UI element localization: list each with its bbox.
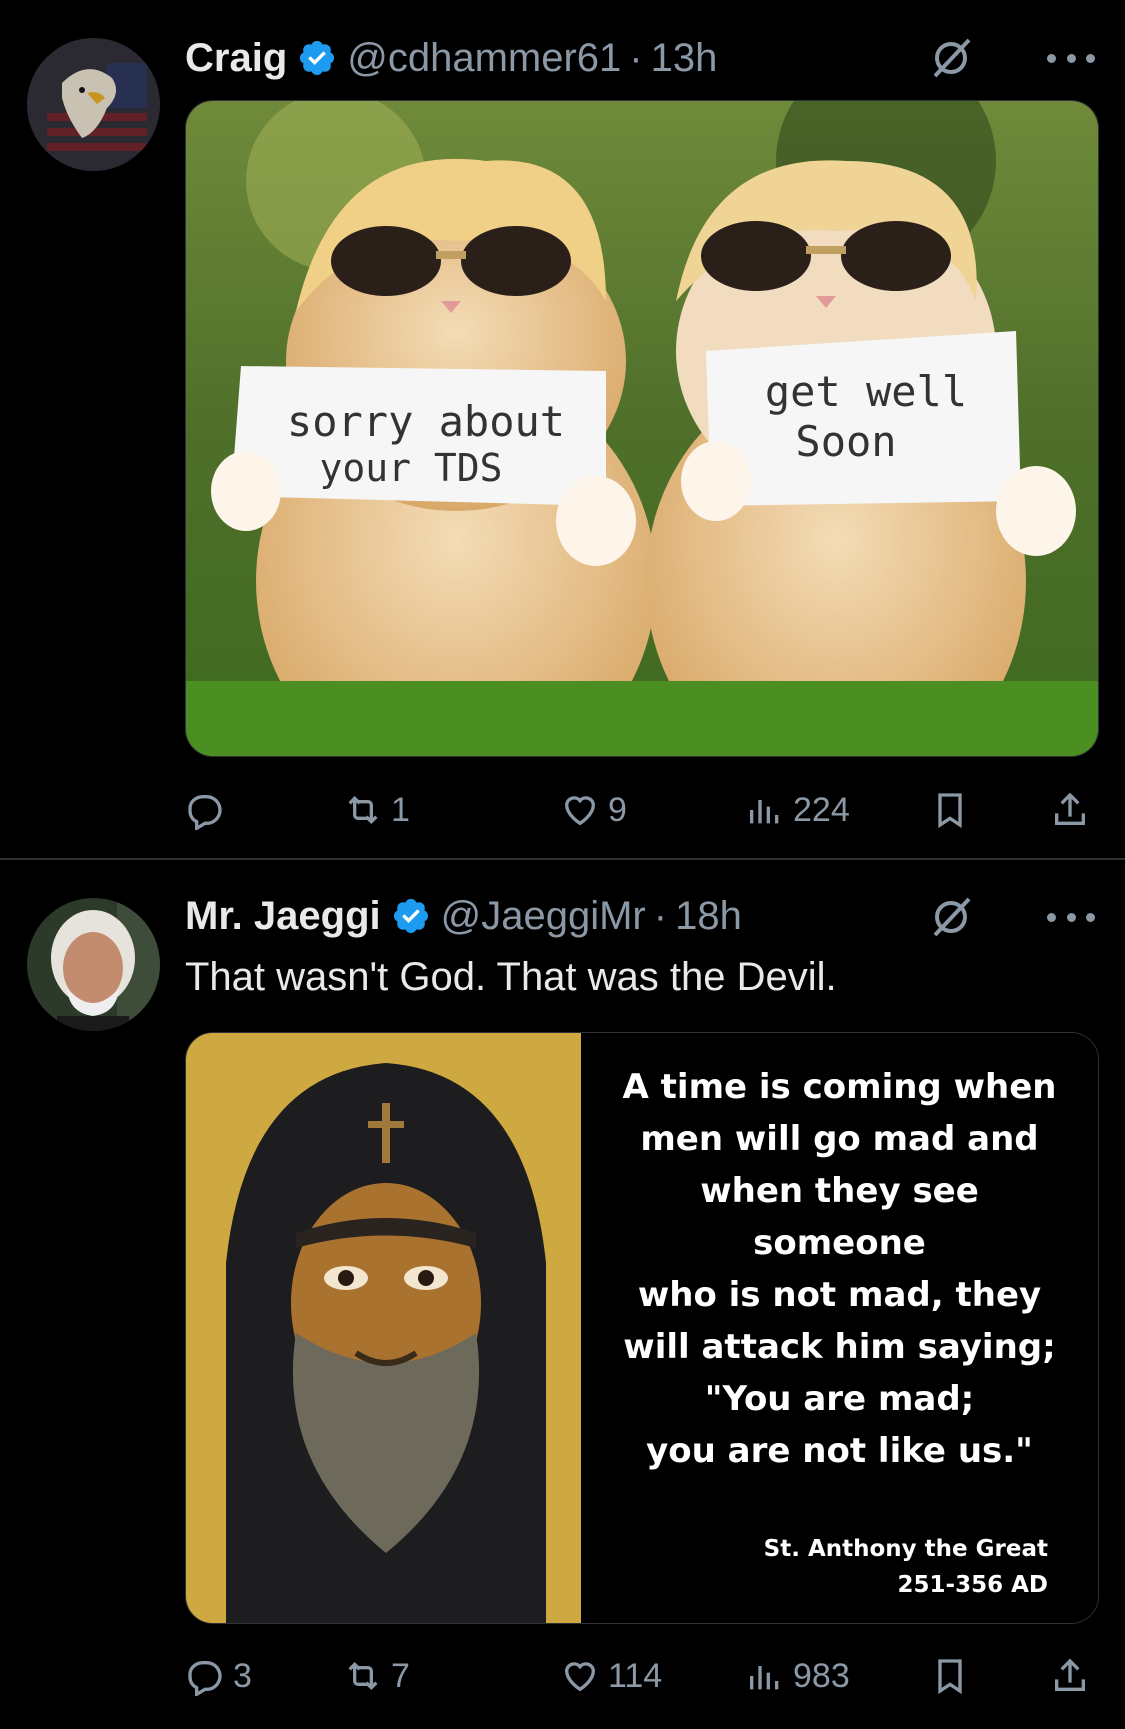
sign-right-line2: Soon — [795, 417, 896, 466]
separator-dot: · — [653, 893, 668, 938]
tweet-actions: 3 7 114 983 — [185, 1646, 1097, 1706]
sign-right-line1: get well — [765, 367, 967, 416]
repost-button[interactable]: 7 — [343, 1646, 410, 1706]
author-name[interactable]: Mr. Jaeggi — [185, 894, 381, 939]
tweet-actions: 1 9 224 — [185, 780, 1097, 840]
tweet-header: Craig @cdhammer61 · 13h — [185, 28, 717, 88]
tweet-text: That wasn't God. That was the Devil. — [185, 955, 837, 999]
repost-icon — [348, 795, 378, 825]
reply-icon — [188, 1661, 222, 1696]
bookmark-icon — [938, 793, 962, 829]
avatar[interactable] — [27, 38, 160, 171]
share-button[interactable] — [1050, 1646, 1098, 1706]
sign-left-line1: sorry about — [287, 397, 565, 446]
repost-button[interactable]: 1 — [343, 780, 410, 840]
views-button[interactable]: 224 — [745, 780, 850, 840]
cats-image: sorry about your TDS get well Soon — [186, 101, 1098, 756]
reply-count: 3 — [233, 1656, 252, 1695]
reply-button[interactable]: 3 — [185, 1646, 252, 1706]
author-handle[interactable]: @cdhammer61 — [347, 36, 621, 81]
views-icon — [750, 1666, 779, 1690]
views-count: 224 — [793, 790, 850, 829]
heart-icon — [564, 1662, 596, 1692]
reply-icon — [188, 795, 222, 830]
eagle-flag-avatar-image — [27, 38, 160, 171]
sign-left-line2: your TDS — [319, 446, 502, 490]
repost-icon — [348, 1661, 378, 1691]
views-count: 983 — [793, 1656, 850, 1695]
repost-count: 7 — [391, 1656, 410, 1695]
quote-dates: 251-356 AD — [897, 1572, 1048, 1598]
avatar[interactable] — [27, 898, 160, 1031]
quote-author: St. Anthony the Great — [763, 1536, 1048, 1562]
author-name[interactable]: Craig — [185, 36, 287, 81]
views-icon — [750, 800, 779, 824]
like-button[interactable]: 9 — [560, 780, 627, 840]
verified-badge-icon — [393, 898, 428, 934]
verified-badge-icon — [300, 40, 335, 76]
quote-panel: A time is coming when men will go mad an… — [581, 1033, 1098, 1623]
share-icon — [1055, 1658, 1085, 1691]
tweet-media[interactable]: sorry about your TDS get well Soon — [185, 100, 1099, 757]
grok-icon[interactable] — [927, 34, 975, 82]
quote-text: A time is coming when men will go mad an… — [622, 1067, 1057, 1471]
grok-icon[interactable] — [927, 893, 975, 941]
reply-button[interactable] — [185, 780, 233, 840]
repost-count: 1 — [391, 790, 410, 829]
quote-attribution: St. Anthony the Great 251-356 AD — [764, 1531, 1048, 1603]
timeline-feed: Craig @cdhammer61 · 13h sorry about your… — [0, 0, 1125, 1729]
bookmark-icon — [938, 1659, 962, 1695]
bookmark-button[interactable] — [930, 780, 978, 840]
views-button[interactable]: 983 — [745, 1646, 850, 1706]
more-options-icon[interactable] — [1047, 907, 1095, 927]
separator-dot: · — [629, 35, 643, 80]
tweet-media[interactable]: A time is coming when men will go mad an… — [185, 1032, 1099, 1624]
author-handle[interactable]: @JaeggiMr — [441, 894, 646, 939]
tweet-header: Mr. Jaeggi @JaeggiMr · 18h — [185, 886, 742, 946]
bookmark-button[interactable] — [930, 1646, 978, 1706]
share-icon — [1055, 792, 1085, 825]
like-count: 9 — [608, 790, 627, 829]
timestamp[interactable]: 18h — [675, 894, 742, 939]
more-options-icon[interactable] — [1047, 48, 1095, 68]
like-button[interactable]: 114 — [560, 1646, 662, 1706]
tweet-1[interactable]: Craig @cdhammer61 · 13h sorry about your… — [0, 0, 1125, 860]
like-count: 114 — [608, 1656, 663, 1695]
heart-icon — [564, 796, 596, 826]
man-portrait-avatar-image — [27, 898, 160, 1031]
share-button[interactable] — [1050, 780, 1098, 840]
tweet-2[interactable]: Mr. Jaeggi @JaeggiMr · 18h That wasn't G… — [0, 860, 1125, 1729]
timestamp[interactable]: 13h — [651, 36, 718, 81]
